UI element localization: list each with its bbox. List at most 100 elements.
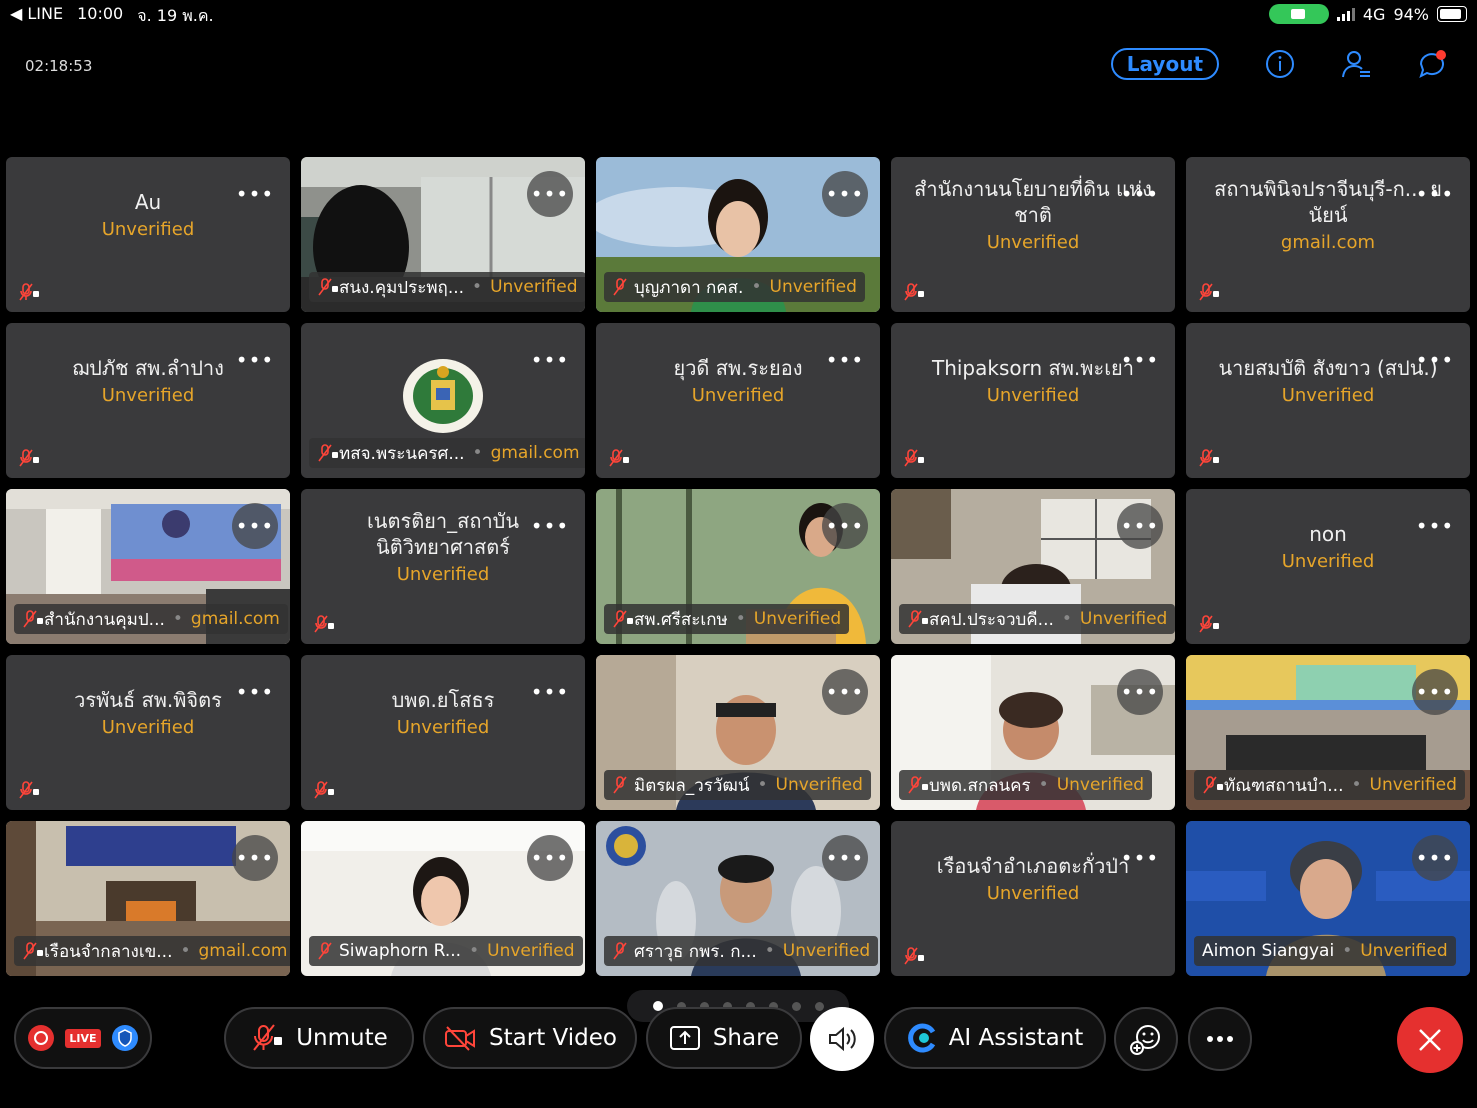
verification-status: Unverified xyxy=(396,717,490,738)
participant-tile[interactable]: มิตรผล_วรวัฒน์ • Unverified ••• xyxy=(596,655,880,810)
unmute-button[interactable]: Unmute xyxy=(224,1007,414,1069)
ai-assistant-button[interactable]: AI Assistant xyxy=(884,1007,1106,1069)
participant-label: บพด.สกลนคร • Unverified xyxy=(899,770,1153,800)
start-video-button[interactable]: Start Video xyxy=(423,1007,637,1069)
more-options-button[interactable]: ••• xyxy=(527,503,573,549)
participant-tile[interactable]: สำนักงานนโยบายที่ดิน แห่งชาติ Unverified … xyxy=(891,157,1175,312)
more-options-button[interactable]: ••• xyxy=(1412,669,1458,715)
participant-tile[interactable]: สนง.คุมประพฤ... • Unverified ••• xyxy=(301,157,585,312)
muted-mic-icon xyxy=(23,942,43,960)
more-options-button[interactable]: ••• xyxy=(1412,171,1458,217)
more-options-button[interactable]: ••• xyxy=(232,669,278,715)
info-icon[interactable] xyxy=(1265,49,1295,79)
camera-in-use-icon[interactable] xyxy=(1268,4,1329,24)
more-options-button[interactable]: ••• xyxy=(232,337,278,383)
muted-mic-icon xyxy=(908,610,928,628)
more-options-button[interactable]: ••• xyxy=(1412,835,1458,881)
more-options-button[interactable]: ••• xyxy=(822,337,868,383)
participant-tile[interactable]: บพด.ยโสธร Unverified ••• xyxy=(301,655,585,810)
muted-mic-icon xyxy=(1199,283,1219,301)
participant-label: Siwaphorn R... • Unverified xyxy=(309,936,583,966)
participant-tile[interactable]: สำนักงานคุมป... • gmail.com ••• xyxy=(6,489,290,644)
participant-tile[interactable]: ยุวดี สพ.ระยอง Unverified ••• xyxy=(596,323,880,478)
participant-tile[interactable]: วรพันธ์ สพ.พิจิตร Unverified ••• xyxy=(6,655,290,810)
more-options-button[interactable]: ••• xyxy=(1117,835,1163,881)
verification-status: gmail.com xyxy=(198,941,288,961)
participant-tile[interactable]: Siwaphorn R... • Unverified ••• xyxy=(301,821,585,976)
participant-tile[interactable]: เรือนจำอำเภอตะกั่วป่า Unverified ••• xyxy=(891,821,1175,976)
more-options-button[interactable]: ••• xyxy=(1117,503,1163,549)
more-button[interactable] xyxy=(1188,1007,1252,1071)
participant-name: ทสจ.พระนครศ... xyxy=(339,443,465,464)
more-options-button[interactable]: ••• xyxy=(1412,337,1458,383)
participant-tile[interactable]: Aimon Siangyai • Unverified ••• xyxy=(1186,821,1470,976)
verification-status: gmail.com xyxy=(1280,232,1376,253)
participant-tile[interactable]: non Unverified ••• xyxy=(1186,489,1470,644)
meeting-status-indicators[interactable]: LIVE xyxy=(14,1007,152,1069)
security-shield-icon xyxy=(111,1025,138,1051)
participant-label: ทสจ.พระนครศ... • gmail.com xyxy=(309,438,585,468)
participant-name: Au xyxy=(134,190,162,214)
participant-name: เรือนจำกลางเข... xyxy=(44,941,173,962)
participant-name: เรือนจำอำเภอตะกั่วป่า xyxy=(936,854,1130,878)
participant-label: ทัณฑสถานบำ... • Unverified xyxy=(1194,770,1465,800)
more-options-button[interactable]: ••• xyxy=(1117,669,1163,715)
participant-tile[interactable]: บุญภาดา กคส. • Unverified ••• xyxy=(596,157,880,312)
participant-tile[interactable]: ฌปภัช สพ.ลำปาง Unverified ••• xyxy=(6,323,290,478)
more-options-button[interactable]: ••• xyxy=(232,503,278,549)
participant-tile[interactable]: สพ.ศรีสะเกษ • Unverified ••• xyxy=(596,489,880,644)
more-options-button[interactable]: ••• xyxy=(822,669,868,715)
chat-icon[interactable] xyxy=(1417,49,1447,79)
more-options-button[interactable]: ••• xyxy=(822,835,868,881)
layout-button[interactable]: Layout xyxy=(1110,48,1219,80)
page-dot[interactable] xyxy=(791,1001,801,1011)
more-options-button[interactable]: ••• xyxy=(527,337,573,383)
more-options-button[interactable]: ••• xyxy=(1117,337,1163,383)
participants-icon[interactable] xyxy=(1341,49,1371,79)
verification-status: Unverified xyxy=(487,941,575,961)
more-options-button[interactable]: ••• xyxy=(232,835,278,881)
participant-tile[interactable]: สคป.ประจวบคี... • Unverified ••• xyxy=(891,489,1175,644)
more-options-button[interactable]: ••• xyxy=(527,835,573,881)
back-to-app[interactable]: ◀ LINE xyxy=(10,4,63,29)
participant-name: สนง.คุมประพฤ... xyxy=(339,277,465,298)
participant-tile[interactable]: ศราวุธ กพร. ก... • Unverified ••• xyxy=(596,821,880,976)
muted-mic-icon xyxy=(314,615,334,633)
speaker-button[interactable] xyxy=(810,1007,874,1071)
participant-label: Aimon Siangyai • Unverified xyxy=(1194,936,1456,966)
battery-icon xyxy=(1437,6,1467,22)
verification-status: gmail.com xyxy=(490,443,580,463)
verification-status: Unverified xyxy=(1079,609,1168,629)
participant-tile[interactable]: Au Unverified ••• xyxy=(6,157,290,312)
verification-status: Unverified xyxy=(775,775,863,795)
muted-mic-icon xyxy=(613,942,627,960)
muted-mic-icon xyxy=(908,776,928,794)
more-options-button[interactable]: ••• xyxy=(1117,171,1163,217)
page-dot[interactable] xyxy=(652,1001,663,1011)
participant-tile[interactable]: เนตรติยา_สถาบัน นิติวิทยาศาสตร์ Unverifie… xyxy=(301,489,585,644)
more-options-button[interactable]: ••• xyxy=(527,171,573,217)
more-options-button[interactable]: ••• xyxy=(822,503,868,549)
verification-status: gmail.com xyxy=(190,609,280,629)
share-button[interactable]: Share xyxy=(646,1007,802,1069)
participant-tile[interactable]: ทัณฑสถานบำ... • Unverified ••• xyxy=(1186,655,1470,810)
page-dot[interactable] xyxy=(814,1001,824,1011)
leave-meeting-button[interactable] xyxy=(1397,1007,1463,1073)
participant-tile[interactable]: นายสมบัติ สังขาว (สปน.) Unverified ••• xyxy=(1186,323,1470,478)
participant-tile[interactable]: เรือนจำกลางเข... • gmail.com ••• xyxy=(6,821,290,976)
more-options-button[interactable]: ••• xyxy=(232,171,278,217)
participant-tile[interactable]: บพด.สกลนคร • Unverified ••• xyxy=(891,655,1175,810)
participant-tile[interactable]: Thipaksorn สพ.พะเยา Unverified ••• xyxy=(891,323,1175,478)
more-options-button[interactable]: ••• xyxy=(527,669,573,715)
participant-name: Aimon Siangyai xyxy=(1202,941,1335,961)
participant-name: Siwaphorn R... xyxy=(339,941,462,961)
participant-tile[interactable]: สถานพินิจปราจีนบุรี-ก... ยนัยน์ gmail.com… xyxy=(1186,157,1470,312)
more-options-button[interactable]: ••• xyxy=(822,171,868,217)
participant-name: ฌปภัช สพ.ลำปาง xyxy=(72,356,224,380)
share-screen-icon xyxy=(669,1026,700,1050)
reactions-button[interactable] xyxy=(1114,1007,1178,1071)
participant-name: บพด.สกลนคร xyxy=(929,775,1031,796)
participant-tile[interactable]: ทสจ.พระนครศ... • gmail.com ••• xyxy=(301,323,585,478)
status-bar: ◀ LINE 10:00 จ. 19 พ.ค. 4G 94% xyxy=(0,0,1477,28)
more-options-button[interactable]: ••• xyxy=(1412,503,1458,549)
